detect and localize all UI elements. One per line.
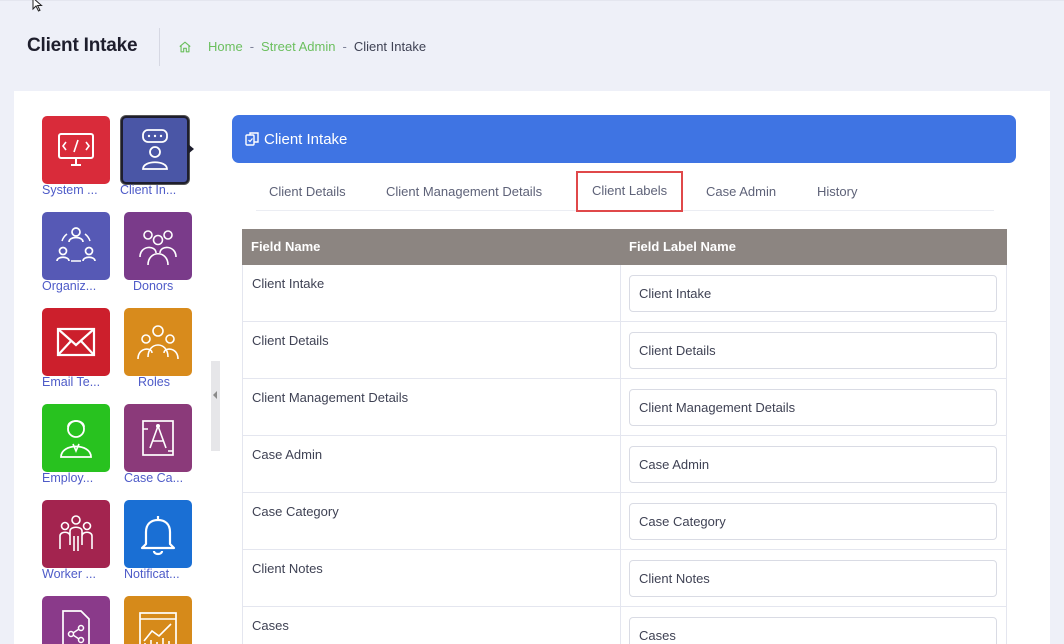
field-name-cell: Client Management Details xyxy=(243,379,621,435)
table-row: Cases xyxy=(242,607,1007,644)
field-label-input[interactable] xyxy=(629,503,997,540)
breadcrumb-separator: - xyxy=(249,39,255,54)
panel-title: Client Intake xyxy=(264,130,348,148)
breadcrumb-current: Client Intake xyxy=(353,39,427,54)
group-people-icon xyxy=(139,230,177,266)
breadcrumb-separator: - xyxy=(342,39,347,54)
field-name-cell: Case Category xyxy=(243,493,621,549)
monitor-code-icon xyxy=(58,133,94,166)
tile-label-client-intake[interactable]: Client In... xyxy=(120,183,198,197)
employee-icon xyxy=(60,420,92,458)
field-label-input[interactable] xyxy=(629,332,997,369)
tile-label-organization[interactable]: Organiz... xyxy=(42,279,120,293)
field-name-cell: Client Notes xyxy=(243,550,621,606)
tile-email-templates[interactable] xyxy=(42,308,110,376)
tile-label-case-category[interactable]: Case Ca... xyxy=(124,471,202,485)
tab-case-admin[interactable]: Case Admin xyxy=(706,176,776,211)
tile-employees[interactable] xyxy=(42,404,110,472)
field-name-cell: Case Admin xyxy=(243,436,621,492)
table-row: Client Details xyxy=(242,322,1007,379)
tile-label-system[interactable]: System ... xyxy=(42,183,120,197)
column-header-field-label-name: Field Label Name xyxy=(629,239,736,254)
field-label-input[interactable] xyxy=(629,617,997,644)
top-bar: Client Intake Home - Street Admin - Clie… xyxy=(0,0,1064,78)
case-category-icon xyxy=(142,420,174,456)
labels-table: Field Name Field Label Name Client Intak… xyxy=(242,229,1007,644)
organization-cycle-icon xyxy=(56,227,96,262)
table-row: Client Intake xyxy=(242,265,1007,322)
workers-icon xyxy=(59,515,93,551)
tile-donors[interactable] xyxy=(124,212,192,280)
panel-header: Client Intake xyxy=(232,115,1016,163)
table-row: Case Admin xyxy=(242,436,1007,493)
active-tile-pointer xyxy=(188,144,194,154)
bell-icon xyxy=(140,516,176,556)
breadcrumb-home[interactable]: Home xyxy=(208,39,243,54)
tile-label-roles[interactable]: Roles xyxy=(138,375,216,389)
field-label-input[interactable] xyxy=(629,275,997,312)
mouse-cursor-icon xyxy=(32,0,43,12)
team-roles-icon xyxy=(137,325,179,360)
tab-client-labels[interactable]: Client Labels xyxy=(576,171,684,212)
tile-organization[interactable] xyxy=(42,212,110,280)
table-row: Client Notes xyxy=(242,550,1007,607)
column-header-field-name: Field Name xyxy=(251,239,321,254)
tile-roles[interactable] xyxy=(124,308,192,376)
field-label-input[interactable] xyxy=(629,446,997,483)
tile-reports[interactable] xyxy=(124,596,192,644)
tile-case-category[interactable] xyxy=(124,404,192,472)
field-name-cell: Cases xyxy=(243,607,621,644)
field-label-input[interactable] xyxy=(629,560,997,597)
tile-label-email-templates[interactable]: Email Te... xyxy=(42,375,120,389)
tile-notifications[interactable] xyxy=(124,500,192,568)
field-name-cell: Client Intake xyxy=(243,265,621,321)
analytics-report-icon xyxy=(139,612,177,644)
page-title: Client Intake xyxy=(27,35,138,56)
home-icon[interactable] xyxy=(178,40,192,54)
tile-client-intake[interactable] xyxy=(121,116,189,184)
tile-label-notifications[interactable]: Notificat... xyxy=(124,567,202,581)
tile-system[interactable] xyxy=(42,116,110,184)
collapse-arrow-icon xyxy=(213,391,217,399)
tile-worker[interactable] xyxy=(42,500,110,568)
field-label-input[interactable] xyxy=(629,389,997,426)
breadcrumb: Home - Street Admin - Client Intake xyxy=(178,39,426,54)
title-separator xyxy=(159,28,160,66)
tile-label-donors[interactable]: Donors xyxy=(133,279,211,293)
copy-icon xyxy=(245,132,259,146)
tab-client-details[interactable]: Client Details xyxy=(269,176,346,211)
tile-documents[interactable] xyxy=(42,596,110,644)
table-header: Field Name Field Label Name xyxy=(242,229,1007,265)
tab-client-management-details[interactable]: Client Management Details xyxy=(386,176,542,211)
table-row: Client Management Details xyxy=(242,379,1007,436)
tile-label-employees[interactable]: Employ... xyxy=(42,471,120,485)
breadcrumb-street-admin[interactable]: Street Admin xyxy=(261,39,335,54)
tab-history[interactable]: History xyxy=(817,176,857,211)
tab-bar: Client Details Client Management Details… xyxy=(256,171,994,212)
field-name-cell: Client Details xyxy=(243,322,621,378)
envelope-icon xyxy=(56,327,96,357)
table-row: Case Category xyxy=(242,493,1007,550)
user-chat-icon xyxy=(142,129,168,170)
document-share-icon xyxy=(62,610,90,644)
tile-label-worker[interactable]: Worker ... xyxy=(42,567,120,581)
sidebar-collapse-handle[interactable] xyxy=(211,361,220,451)
